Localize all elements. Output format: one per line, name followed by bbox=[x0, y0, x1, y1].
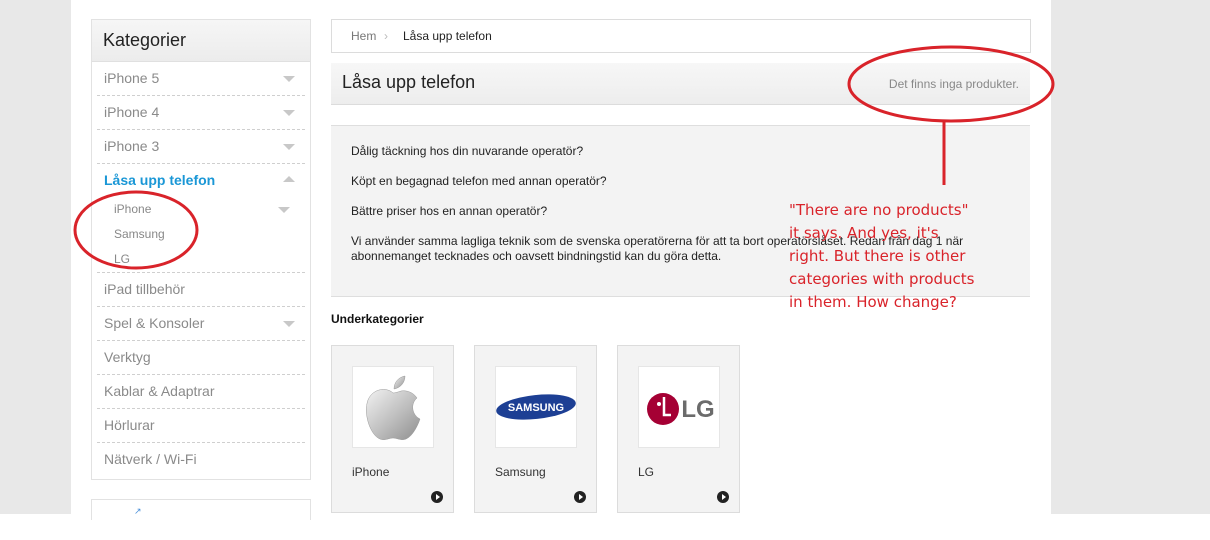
sidebar-subitem-label: LG bbox=[114, 252, 131, 266]
category-heading: Kategorier bbox=[92, 20, 310, 62]
sidebar-subitem-label: iPhone bbox=[114, 202, 152, 216]
category-title-bar: Låsa upp telefon Det finns inga produkte… bbox=[331, 63, 1030, 105]
lg-logo-text: LG bbox=[681, 396, 714, 423]
arrow-right-icon[interactable] bbox=[717, 491, 729, 503]
breadcrumb-separator: › bbox=[384, 29, 388, 43]
sidebar-item-label: iPhone 4 bbox=[104, 104, 160, 120]
sidebar-item-spel-konsoler[interactable]: Spel & Konsoler bbox=[97, 307, 305, 341]
chevron-down-icon[interactable] bbox=[283, 144, 295, 150]
subcategory-card-samsung[interactable]: SAMSUNG Samsung bbox=[474, 345, 597, 513]
card-label[interactable]: Samsung bbox=[495, 465, 546, 479]
sidebar-subitem-samsung[interactable]: Samsung bbox=[97, 222, 305, 247]
sidebar-item-natverk-wifi[interactable]: Nätverk / Wi-Fi bbox=[97, 443, 305, 476]
sidebar-subitem-label: Samsung bbox=[114, 227, 165, 241]
chevron-up-icon[interactable] bbox=[283, 176, 295, 182]
sidebar-item-label: iPhone 3 bbox=[104, 138, 160, 154]
no-products-message: Det finns inga produkter. bbox=[888, 77, 1019, 91]
sidebar-item-label: iPhone 5 bbox=[104, 70, 160, 86]
arrow-right-icon[interactable] bbox=[431, 491, 443, 503]
subcategory-card-lg[interactable]: LG LG bbox=[617, 345, 740, 513]
sidebar-item-label: iPad tillbehör bbox=[104, 281, 185, 297]
sidebar-item-label: Kablar & Adaptrar bbox=[104, 383, 215, 399]
sidebar-item-label: Verktyg bbox=[104, 349, 151, 365]
chevron-down-icon[interactable] bbox=[278, 207, 290, 213]
sidebar-item-label: Nätverk / Wi-Fi bbox=[104, 451, 197, 467]
arrow-right-icon[interactable] bbox=[574, 491, 586, 503]
sidebar-subitem-iphone[interactable]: iPhone bbox=[97, 197, 305, 222]
sidebar-item-label: Låsa upp telefon bbox=[104, 172, 216, 188]
sidebar-item-label: Hörlurar bbox=[104, 417, 155, 433]
sidebar-subitem-lg[interactable]: LG bbox=[97, 247, 305, 272]
sidebar-item-verktyg[interactable]: Verktyg bbox=[97, 341, 305, 375]
annotation-text: "There are no products" it says. And yes… bbox=[789, 201, 975, 311]
chevron-down-icon[interactable] bbox=[283, 110, 295, 116]
subcategories-heading: Underkategorier bbox=[331, 312, 424, 326]
samsung-logo-icon[interactable]: SAMSUNG bbox=[495, 366, 577, 448]
secondary-sidebar-box: ↗ bbox=[91, 499, 311, 520]
breadcrumb-home-link[interactable]: Hem bbox=[351, 20, 376, 52]
apple-logo-icon[interactable] bbox=[352, 366, 434, 448]
subcategory-card-iphone[interactable]: iPhone bbox=[331, 345, 454, 513]
sidebar-item-ipad-tillbehor[interactable]: iPad tillbehör bbox=[97, 273, 305, 307]
card-label[interactable]: LG bbox=[638, 465, 654, 479]
subcategory-group: iPhone Samsung LG bbox=[97, 197, 305, 273]
sidebar-item-iphone-4[interactable]: iPhone 4 bbox=[97, 96, 305, 130]
chevron-down-icon[interactable] bbox=[283, 321, 295, 327]
sidebar-item-kablar-adaptrar[interactable]: Kablar & Adaptrar bbox=[97, 375, 305, 409]
category-list: iPhone 5 iPhone 4 iPhone 3 Låsa upp tele… bbox=[92, 62, 310, 476]
lg-logo-icon[interactable]: LG bbox=[638, 366, 720, 448]
sidebar-item-iphone-5[interactable]: iPhone 5 bbox=[97, 62, 305, 96]
samsung-logo-text: SAMSUNG bbox=[508, 402, 564, 414]
chevron-down-icon[interactable] bbox=[283, 76, 295, 82]
breadcrumb-current: Låsa upp telefon bbox=[403, 29, 492, 43]
card-label[interactable]: iPhone bbox=[352, 465, 389, 479]
partial-icon: ↗ bbox=[134, 506, 142, 516]
sidebar-item-label: Spel & Konsoler bbox=[104, 315, 205, 331]
category-sidebar: Kategorier iPhone 5 iPhone 4 iPhone 3 Lå… bbox=[91, 19, 311, 480]
description-line: Dålig täckning hos din nuvarande operatö… bbox=[351, 144, 584, 158]
sidebar-item-horlurar[interactable]: Hörlurar bbox=[97, 409, 305, 443]
page-title: Låsa upp telefon bbox=[342, 72, 476, 92]
description-line: Köpt en begagnad telefon med annan opera… bbox=[351, 174, 607, 188]
sidebar-item-lasa-upp-telefon[interactable]: Låsa upp telefon bbox=[97, 164, 305, 197]
sidebar-item-iphone-3[interactable]: iPhone 3 bbox=[97, 130, 305, 164]
breadcrumb: Hem › Låsa upp telefon bbox=[331, 19, 1031, 53]
subcategory-list: iPhone Samsung LG bbox=[97, 197, 305, 273]
